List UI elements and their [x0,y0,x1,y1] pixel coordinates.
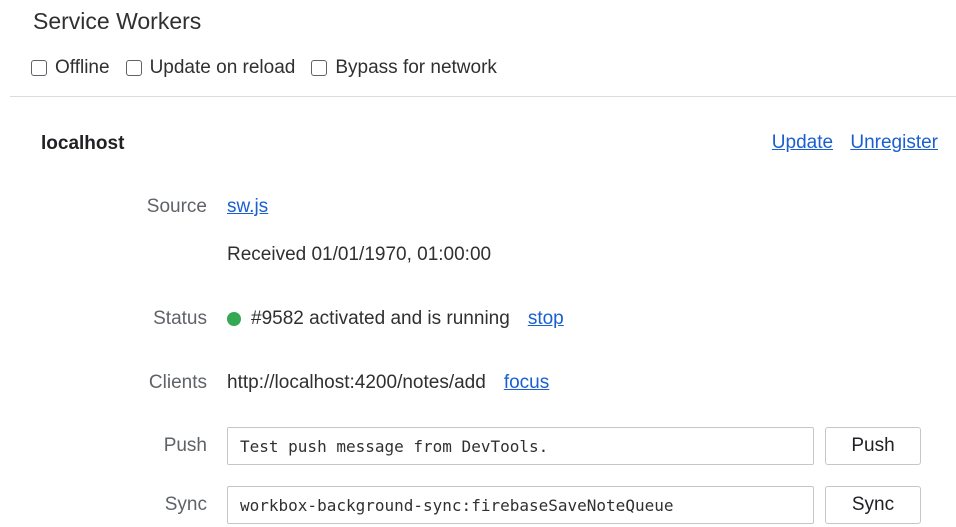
offline-label: Offline [55,57,110,78]
update-on-reload-checkbox[interactable] [125,60,142,76]
offline-checkbox[interactable] [31,60,47,76]
focus-link[interactable]: focus [504,372,549,394]
push-message-input[interactable] [227,427,814,465]
stop-link[interactable]: stop [528,308,564,330]
bypass-for-network-checkbox[interactable] [311,60,328,76]
options-bar: Offline Update on reload Bypass for netw… [31,57,513,79]
bypass-for-network-option[interactable]: Bypass for network [311,57,497,79]
status-label: Status [153,308,207,329]
update-on-reload-label: Update on reload [149,57,296,78]
service-workers-panel: Service Workers Offline Update on reload… [0,0,956,527]
update-link[interactable]: Update [772,132,833,153]
status-row: Status #9582 activated and is running st… [0,308,956,330]
bypass-for-network-label: Bypass for network [335,57,497,78]
source-label: Source [146,196,207,217]
host-actions: Update Unregister [760,132,938,154]
source-file-link[interactable]: sw.js [227,196,268,218]
received-text: Received 01/01/1970, 01:00:00 [227,244,492,265]
unregister-link[interactable]: Unregister [850,132,938,153]
clients-row: Clients http://localhost:4200/notes/add … [0,372,956,394]
sync-label: Sync [164,494,207,515]
offline-option[interactable]: Offline [31,57,110,79]
source-row: Source sw.js [0,196,956,218]
received-row: Received 01/01/1970, 01:00:00 [0,244,956,266]
sync-button[interactable]: Sync [825,486,921,524]
push-row: Push Push [0,427,956,465]
push-button[interactable]: Push [825,427,921,465]
push-label: Push [163,435,207,456]
sync-tag-input[interactable] [227,486,814,524]
sync-row: Sync Sync [0,486,956,524]
panel-title: Service Workers [33,8,202,34]
status-running-icon [227,312,241,326]
clients-label: Clients [148,372,207,393]
worker-host: localhost [41,133,125,154]
client-url: http://localhost:4200/notes/add [227,372,486,393]
status-text: #9582 activated and is running [251,308,510,329]
update-on-reload-option[interactable]: Update on reload [125,57,296,79]
divider [10,96,956,97]
